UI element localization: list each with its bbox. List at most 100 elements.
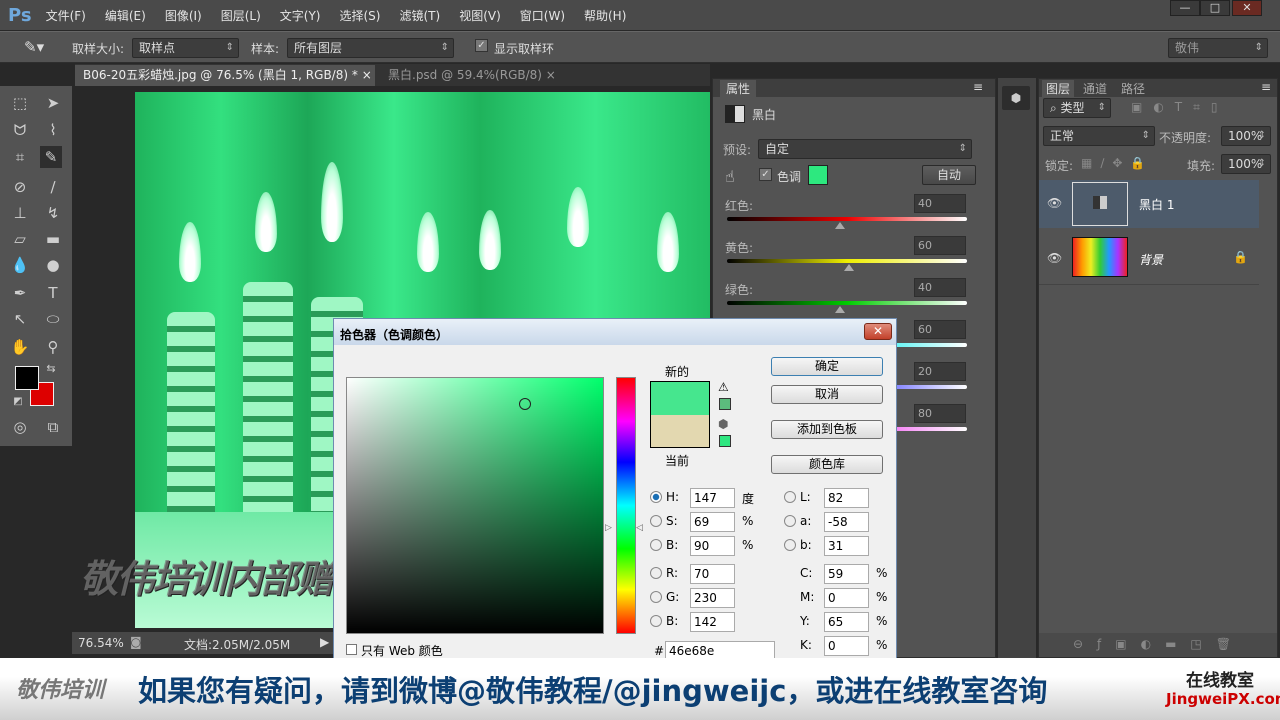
menu-filter[interactable]: 滤镜(T)	[399, 7, 440, 24]
slider-value-input[interactable]: 40	[914, 278, 966, 297]
brightness-radio[interactable]	[650, 539, 662, 551]
ellipse-tool-icon[interactable]: ⬭	[42, 308, 64, 330]
foreground-color-swatch[interactable]	[15, 366, 39, 390]
default-colors-icon[interactable]: ◩	[7, 391, 29, 413]
zoom-tool-icon[interactable]: ⚲	[42, 336, 64, 358]
workspace-select[interactable]: 敬伟	[1168, 38, 1268, 58]
close-dialog-button[interactable]: ✕	[864, 323, 892, 340]
slider-value-input[interactable]: 20	[914, 362, 966, 381]
tint-checkbox[interactable]: ✓	[759, 168, 772, 181]
3d-panel-icon[interactable]: ⬢	[1002, 86, 1030, 110]
path-selection-tool-icon[interactable]: ↖	[9, 308, 31, 330]
lab-l-radio[interactable]	[784, 491, 796, 503]
slider-thumb[interactable]	[844, 264, 855, 271]
color-libraries-button[interactable]: 颜色库	[771, 455, 883, 474]
visibility-eye-icon[interactable]: 👁	[1047, 196, 1062, 210]
tab-paths[interactable]: 路径	[1121, 80, 1145, 97]
zoom-level[interactable]: 76.54%	[78, 636, 124, 650]
blue-input[interactable]: 142	[690, 612, 735, 632]
web-only-checkbox[interactable]	[346, 644, 357, 655]
web-safe-cube-icon[interactable]: ⬢	[718, 417, 728, 431]
tab-channels[interactable]: 通道	[1083, 80, 1107, 97]
color-slider-track[interactable]	[727, 301, 967, 305]
opacity-input[interactable]: 100%	[1221, 126, 1271, 146]
screen-mode-icon[interactable]: ⧉	[42, 416, 64, 438]
brightness-input[interactable]: 90	[690, 536, 735, 556]
swap-colors-icon[interactable]: ⇆	[40, 358, 62, 380]
blend-mode-select[interactable]: 正常	[1043, 126, 1155, 146]
ok-button[interactable]: 确定	[771, 357, 883, 376]
visibility-eye-icon[interactable]: 👁	[1047, 251, 1062, 265]
lab-a-input[interactable]: -58	[824, 512, 869, 532]
filter-icons[interactable]: ▣◐T⌗▯	[1131, 100, 1229, 115]
menu-help[interactable]: 帮助(H)	[584, 7, 626, 24]
marquee-tool-icon[interactable]: ⬚	[9, 92, 31, 114]
menu-window[interactable]: 窗口(W)	[520, 7, 565, 24]
add-to-swatches-button[interactable]: 添加到色板	[771, 420, 883, 439]
preset-select[interactable]: 自定	[758, 139, 972, 159]
gradient-tool-icon[interactable]: ▬	[42, 228, 64, 250]
move-tool-icon[interactable]: ➤	[42, 92, 64, 114]
sample-select[interactable]: 所有图层	[287, 38, 454, 58]
yellow-input[interactable]: 65	[824, 612, 869, 632]
hue-slider[interactable]	[616, 377, 636, 634]
fill-input[interactable]: 100%	[1221, 154, 1271, 174]
lock-icons[interactable]: ▦∕✥🔒	[1081, 156, 1153, 170]
gamut-color-swatch[interactable]	[719, 398, 731, 410]
menu-layer[interactable]: 图层(L)	[221, 7, 261, 24]
close-tab-icon[interactable]: ×	[546, 68, 556, 82]
slider-thumb[interactable]	[834, 222, 845, 229]
gamut-warning-icon[interactable]: ⚠	[718, 380, 729, 394]
magenta-input[interactable]: 0	[824, 588, 869, 608]
slider-value-input[interactable]: 80	[914, 404, 966, 423]
web-safe-color-swatch[interactable]	[719, 435, 731, 447]
layer-row-selected[interactable]: 👁 黑白 1	[1039, 180, 1259, 228]
stamp-tool-icon[interactable]: ⊥	[9, 202, 31, 224]
black-input[interactable]: 0	[824, 636, 869, 656]
hue-input[interactable]: 147	[690, 488, 735, 508]
brush-tool-icon[interactable]: ∕	[42, 176, 64, 198]
sample-size-select[interactable]: 取样点	[132, 38, 239, 58]
dodge-tool-icon[interactable]: ●	[42, 254, 64, 276]
close-tab-icon[interactable]: ×	[362, 68, 372, 82]
status-menu-arrow-icon[interactable]: ▶	[320, 635, 329, 649]
pen-tool-icon[interactable]: ✒	[9, 282, 31, 304]
properties-tab[interactable]: 属性	[720, 80, 757, 97]
red-input[interactable]: 70	[690, 564, 735, 584]
crop-tool-icon[interactable]: ⌗	[9, 146, 31, 168]
tint-color-swatch[interactable]	[808, 165, 828, 185]
hue-slider-handle-right[interactable]: ◁	[636, 523, 643, 533]
layer-filter-select[interactable]: ⌕ 类型	[1043, 98, 1111, 118]
color-picker-cursor[interactable]	[519, 398, 531, 410]
show-ring-checkbox[interactable]: ✓	[475, 39, 488, 52]
lab-a-radio[interactable]	[784, 515, 796, 527]
lasso-tool-icon[interactable]: ᗢ	[9, 119, 31, 141]
history-brush-tool-icon[interactable]: ↯	[42, 202, 64, 224]
panel-menu-icon[interactable]: ≡	[1261, 80, 1271, 94]
menu-select[interactable]: 选择(S)	[340, 7, 381, 24]
color-field[interactable]	[346, 377, 604, 634]
lab-b-radio[interactable]	[784, 539, 796, 551]
menu-view[interactable]: 视图(V)	[459, 7, 501, 24]
type-tool-icon[interactable]: T	[42, 282, 64, 304]
lab-l-input[interactable]: 82	[824, 488, 869, 508]
tab-active-document[interactable]: B06-20五彩蜡烛.jpg @ 76.5% (黑白 1, RGB/8) * ×	[75, 65, 375, 86]
auto-button[interactable]: 自动	[922, 165, 976, 185]
layers-footer-icons[interactable]: ⊖ƒ▣◐▬◳🗑	[1039, 633, 1277, 657]
blur-tool-icon[interactable]: 💧	[9, 254, 31, 276]
tab-layers[interactable]: 图层	[1042, 80, 1075, 97]
cancel-button[interactable]: 取消	[771, 385, 883, 404]
red-radio[interactable]	[650, 567, 662, 579]
saturation-input[interactable]: 69	[690, 512, 735, 532]
status-icon[interactable]: ◙	[130, 635, 142, 649]
menu-file[interactable]: 文件(F)	[46, 7, 86, 24]
green-input[interactable]: 230	[690, 588, 735, 608]
color-slider-track[interactable]	[727, 259, 967, 263]
menu-edit[interactable]: 编辑(E)	[105, 7, 146, 24]
close-window-button[interactable]: ✕	[1232, 0, 1262, 16]
targeted-adjustment-hand-icon[interactable]: ☝	[725, 167, 735, 186]
green-radio[interactable]	[650, 591, 662, 603]
quick-mask-icon[interactable]: ◎	[9, 416, 31, 438]
tab-document[interactable]: 黑白.psd @ 59.4%(RGB/8) ×	[380, 65, 560, 86]
maximize-button[interactable]: □	[1200, 0, 1230, 16]
